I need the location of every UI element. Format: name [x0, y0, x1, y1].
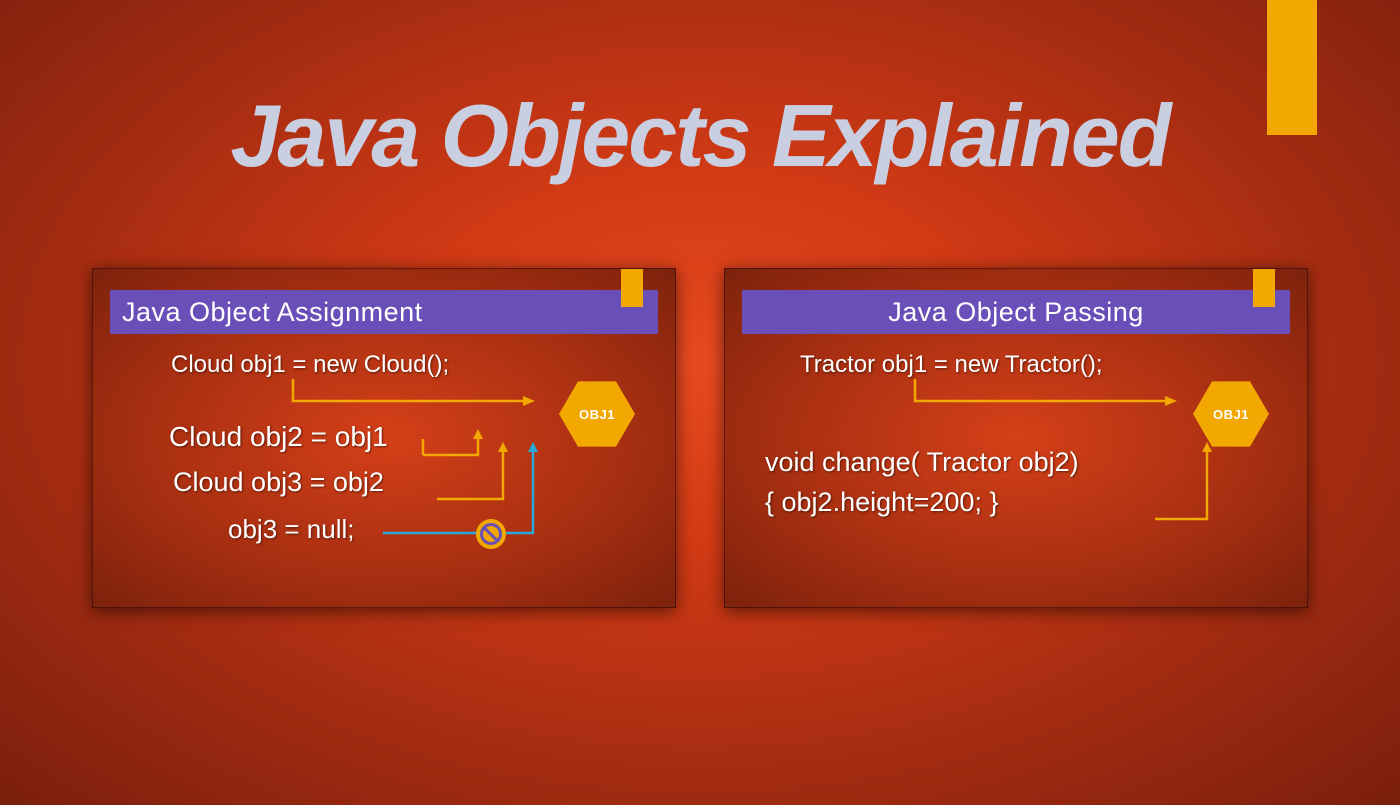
panel-accent-bar — [621, 269, 643, 307]
object-hexagon: OBJ1 — [1193, 381, 1269, 447]
panels-container: Java Object Assignment Cloud obj1 = new … — [92, 268, 1308, 608]
accent-bar-top — [1267, 0, 1317, 135]
null-block-icon — [476, 519, 506, 549]
code-line: Cloud obj3 = obj2 — [173, 467, 384, 498]
panel-body-passing: Tractor obj1 = new Tractor(); void chang… — [725, 339, 1307, 607]
panel-passing: Java Object Passing Tractor obj1 = new T… — [724, 268, 1308, 608]
panel-body-assignment: Cloud obj1 = new Cloud(); Cloud obj2 = o… — [93, 339, 675, 607]
arrow-obj1-to-hex — [293, 379, 553, 419]
arrow-tractor-obj1-to-hex — [915, 379, 1195, 419]
panel-assignment: Java Object Assignment Cloud obj1 = new … — [92, 268, 676, 608]
code-line: Cloud obj2 = obj1 — [169, 421, 388, 453]
code-line: void change( Tractor obj2) — [765, 447, 1079, 478]
object-hexagon: OBJ1 — [559, 381, 635, 447]
panel-header-assignment: Java Object Assignment — [110, 290, 658, 334]
hex-label: OBJ1 — [1213, 407, 1249, 422]
panel-header-passing: Java Object Passing — [742, 290, 1290, 334]
hex-label: OBJ1 — [579, 407, 615, 422]
panel-accent-bar — [1253, 269, 1275, 307]
code-line: Cloud obj1 = new Cloud(); — [171, 351, 449, 379]
code-line: Tractor obj1 = new Tractor(); — [800, 351, 1103, 379]
page-title: Java Objects Explained — [230, 85, 1169, 187]
code-line: obj3 = null; — [228, 514, 354, 545]
code-line: { obj2.height=200; } — [765, 487, 998, 518]
arrow-change-to-hex — [1155, 449, 1275, 529]
